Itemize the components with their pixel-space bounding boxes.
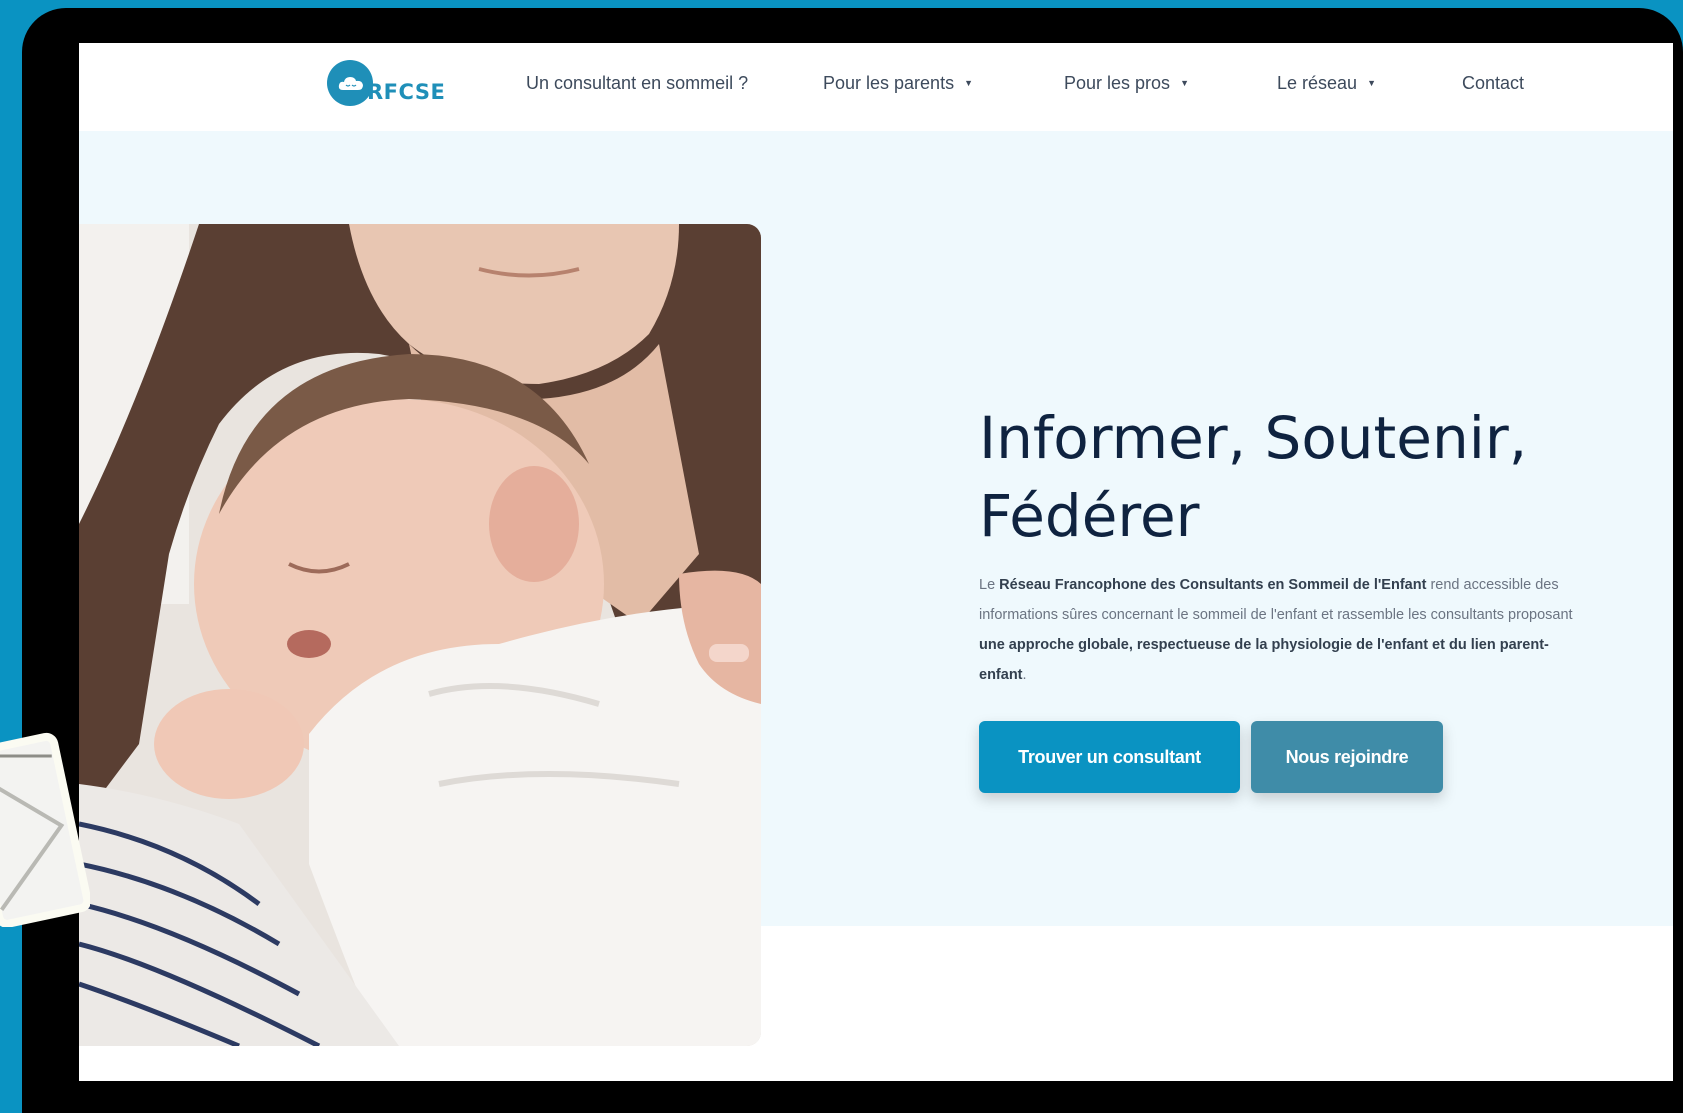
nav-item-pros[interactable]: Pour les pros ▼ <box>1064 73 1189 94</box>
logo-text: RFCSE <box>367 80 446 104</box>
nav-item-label: Un consultant en sommeil ? <box>526 73 749 93</box>
hero-title: Informer, Soutenir, Fédérer <box>979 399 1579 555</box>
hero-text-bold: Réseau Francophone des Consultants en So… <box>999 577 1427 593</box>
baby-sleeping-photo <box>79 224 761 1046</box>
caret-down-icon: ▼ <box>964 78 973 88</box>
nav-item-contact[interactable]: Contact <box>1462 73 1524 94</box>
envelope-icon[interactable] <box>0 722 92 928</box>
nav-item-reseau[interactable]: Le réseau ▼ <box>1277 73 1376 94</box>
site-logo[interactable]: RFCSE <box>327 60 457 106</box>
nav-item-label: Pour les pros <box>1064 73 1171 93</box>
nav-item-parents[interactable]: Pour les parents ▼ <box>823 73 973 94</box>
nav-item-label: Le réseau <box>1277 73 1358 93</box>
caret-down-icon: ▼ <box>1367 78 1376 88</box>
find-consultant-button[interactable]: Trouver un consultant <box>979 721 1240 793</box>
hero-title-line1: Informer, Soutenir, <box>979 404 1528 472</box>
nav-item-label: Pour les parents <box>823 73 955 93</box>
join-us-button[interactable]: Nous rejoindre <box>1251 721 1443 793</box>
hero-text-part: . <box>1022 667 1027 683</box>
hero-text-bold: une approche globale, respectueuse de la… <box>979 637 1549 683</box>
hero-text-part: Le <box>979 577 1000 593</box>
caret-down-icon: ▼ <box>1180 78 1189 88</box>
browser-screen: RFCSE Un consultant en sommeil ? Pour le… <box>79 43 1673 1081</box>
device-frame: RFCSE Un consultant en sommeil ? Pour le… <box>22 8 1683 1113</box>
top-navbar: RFCSE Un consultant en sommeil ? Pour le… <box>79 43 1673 131</box>
nav-item-label: Contact <box>1462 73 1525 93</box>
nav-item-consultant[interactable]: Un consultant en sommeil ? <box>526 73 748 94</box>
hero-title-line2: Fédérer <box>979 482 1200 550</box>
hero-description: Le Réseau Francophone des Consultants en… <box>979 570 1579 690</box>
